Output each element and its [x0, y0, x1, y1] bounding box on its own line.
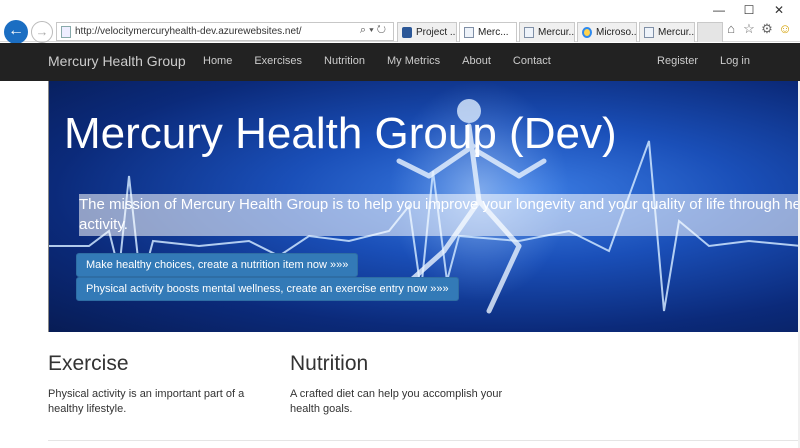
favorites-star-icon[interactable]: ☆: [740, 21, 758, 37]
nav-about[interactable]: About: [462, 55, 491, 67]
create-nutrition-button[interactable]: Make healthy choices, create a nutrition…: [76, 253, 359, 277]
tab-label: Microso...: [596, 27, 637, 38]
hero-jumbotron: Mercury Health Group (Dev) The mission o…: [48, 81, 800, 332]
ie-icon: [582, 27, 592, 38]
nav-nutrition[interactable]: Nutrition: [324, 55, 365, 67]
tab-strip: Project ... Merc... ✕ Mercur... Microso.…: [397, 22, 723, 42]
page-icon: [61, 26, 71, 38]
exercise-section: Exercise Physical activity is an importa…: [48, 352, 268, 417]
address-tools: ⌕▾↻: [360, 24, 389, 37]
site-navbar: Mercury Health Group Home Exercises Nutr…: [0, 43, 800, 81]
tab-microsoft[interactable]: Microso...: [577, 22, 637, 42]
tab-label: Mercur...: [658, 27, 695, 38]
page-icon: [524, 27, 534, 38]
minimize-button[interactable]: —: [704, 2, 734, 18]
nav-home[interactable]: Home: [203, 55, 232, 67]
exercise-heading: Exercise: [48, 352, 129, 375]
nutrition-text: A crafted diet can help you accomplish y…: [290, 388, 503, 415]
tab-mercury-2[interactable]: Mercur...: [519, 22, 575, 42]
nav-my-metrics[interactable]: My Metrics: [387, 55, 440, 67]
browser-chrome: — ☐ ✕ ← → ⌕▾↻ Project ... Merc... ✕ Merc…: [0, 0, 800, 44]
window-controls: — ☐ ✕: [704, 2, 794, 18]
feedback-smiley-icon[interactable]: ☺: [776, 21, 794, 37]
nav-exercises[interactable]: Exercises: [254, 55, 302, 67]
gear-icon[interactable]: ⚙: [758, 21, 776, 37]
arrow-right-icon: →: [35, 24, 49, 39]
content-divider: [48, 440, 800, 441]
close-tab-icon[interactable]: ✕: [515, 27, 516, 38]
mission-banner: The mission of Mercury Health Group is t…: [79, 194, 800, 236]
brand-link[interactable]: Mercury Health Group: [48, 53, 186, 69]
login-link[interactable]: Log in: [720, 55, 750, 67]
new-tab-button[interactable]: [697, 22, 723, 42]
url-input[interactable]: [75, 24, 345, 39]
nav-contact[interactable]: Contact: [513, 55, 551, 67]
create-exercise-button[interactable]: Physical activity boosts mental wellness…: [76, 277, 459, 301]
tab-project[interactable]: Project ...: [397, 22, 457, 42]
register-link[interactable]: Register: [657, 55, 698, 67]
forward-button[interactable]: →: [31, 21, 53, 43]
nutrition-heading: Nutrition: [290, 352, 369, 375]
maximize-button[interactable]: ☐: [734, 2, 764, 18]
tab-mercury-3[interactable]: Mercur...: [639, 22, 695, 42]
hero-title: Mercury Health Group (Dev): [64, 109, 617, 158]
address-bar[interactable]: ⌕▾↻: [56, 22, 394, 41]
dropdown-icon[interactable]: ▾: [369, 24, 377, 36]
account-nav: Register Log in: [635, 55, 750, 67]
refresh-icon[interactable]: ↻: [377, 24, 389, 36]
mission-text: The mission of Mercury Health Group is t…: [79, 196, 800, 233]
home-icon[interactable]: ⌂: [722, 21, 740, 37]
page-icon: [644, 27, 654, 38]
page-icon: [464, 27, 474, 38]
tab-mercury-active[interactable]: Merc... ✕: [459, 22, 517, 42]
tab-label: Project ...: [416, 27, 457, 38]
tab-label: Mercur...: [538, 27, 575, 38]
project-icon: [402, 27, 412, 38]
tab-label: Merc...: [478, 27, 509, 38]
search-icon[interactable]: ⌕: [360, 24, 369, 36]
arrow-left-icon: ←: [8, 22, 24, 39]
browser-toolbar-icons: ⌂ ☆ ⚙ ☺: [722, 21, 794, 37]
main-nav: Home Exercises Nutrition My Metrics Abou…: [203, 55, 573, 67]
exercise-text: Physical activity is an important part o…: [48, 388, 245, 415]
nutrition-section: Nutrition A crafted diet can help you ac…: [290, 352, 510, 417]
back-button[interactable]: ←: [4, 20, 28, 44]
close-window-button[interactable]: ✕: [764, 2, 794, 18]
